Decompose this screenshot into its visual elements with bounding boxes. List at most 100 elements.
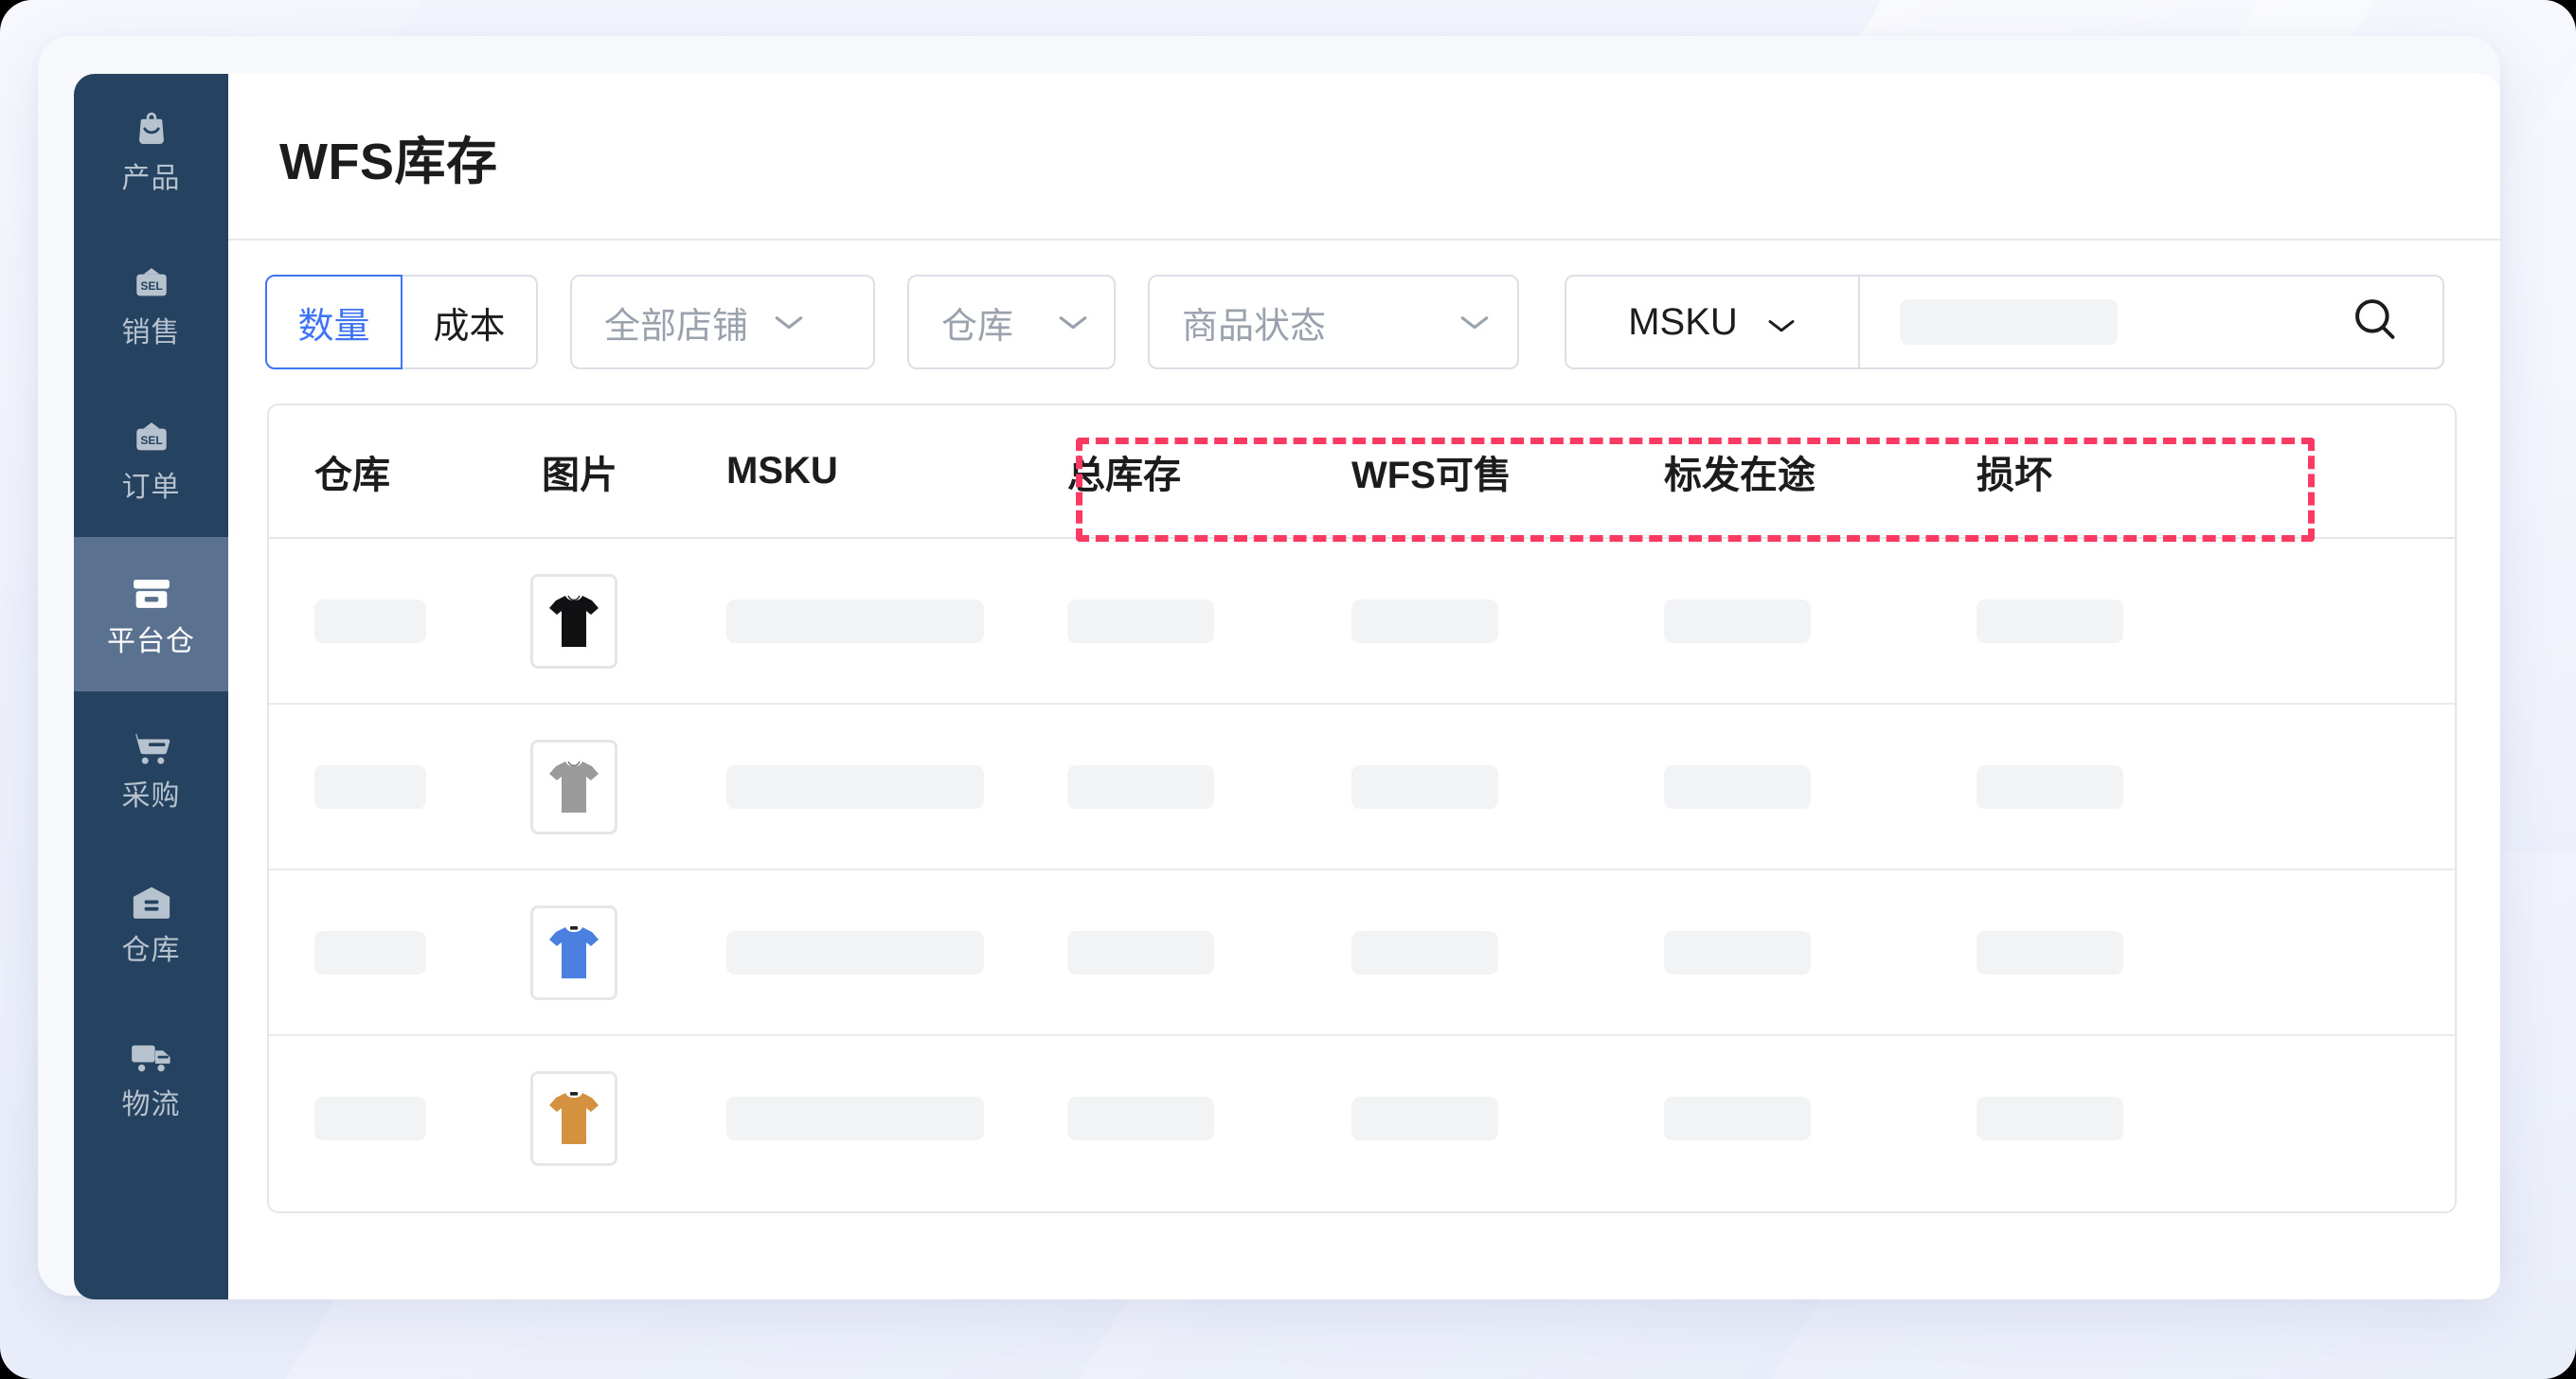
sidebar-item-warehouse[interactable]: 仓库 <box>74 846 228 1000</box>
loading-skeleton <box>1351 600 1498 643</box>
product-image-tshirt-blue[interactable] <box>530 905 617 1000</box>
chevron-down-icon <box>773 313 805 331</box>
sidebar-item-label: 仓库 <box>122 937 181 965</box>
column-header-wfs-sellable[interactable]: WFS可售 <box>1306 405 1619 538</box>
cell-damaged <box>1931 1035 2215 1201</box>
loading-skeleton <box>1351 931 1498 975</box>
loading-skeleton <box>1351 1097 1498 1140</box>
loading-skeleton <box>1977 931 2123 975</box>
cell-wfs-sellable <box>1306 1035 1619 1201</box>
chevron-down-icon <box>1766 301 1797 344</box>
loading-skeleton <box>726 765 984 809</box>
loading-skeleton <box>1664 765 1811 809</box>
sidebar-item-platform-warehouse[interactable]: 平台仓 <box>74 537 228 691</box>
search-input[interactable] <box>1860 277 2310 367</box>
column-header-inbound[interactable]: 标发在途 <box>1619 405 1931 538</box>
search-key-label: MSKU <box>1628 301 1738 344</box>
main-content: WFS库存 数量 成本 全部店铺 仓库 商品状态 <box>228 74 2500 1299</box>
product-image-tshirt-black[interactable] <box>530 574 617 669</box>
cell-total-stock <box>1022 704 1306 869</box>
product-status-filter-dropdown[interactable]: 商品状态 <box>1148 275 1519 369</box>
loading-skeleton <box>1067 1097 1214 1140</box>
sidebar-item-label: 产品 <box>122 165 181 193</box>
table-header-row: 仓库 图片 MSKU 总库存 WFS可售 标发在途 损坏 <box>269 405 2455 538</box>
cell-spacer <box>2215 704 2455 869</box>
table-row[interactable] <box>269 704 2455 869</box>
loading-skeleton <box>314 931 426 975</box>
cell-msku <box>681 1035 1022 1201</box>
search-key-dropdown[interactable]: MSKU <box>1566 277 1860 367</box>
column-header-spacer <box>2215 405 2455 538</box>
cell-damaged <box>1931 704 2215 869</box>
table-row[interactable] <box>269 1035 2455 1201</box>
sidebar-item-sales[interactable]: SEL 销售 <box>74 228 228 383</box>
sidebar-item-label: 销售 <box>122 319 181 348</box>
sidebar-item-purchase[interactable]: 采购 <box>74 691 228 846</box>
cell-spacer <box>2215 869 2455 1035</box>
loading-skeleton <box>314 1097 426 1140</box>
page-title: WFS库存 <box>279 119 497 194</box>
cell-msku <box>681 704 1022 869</box>
loading-skeleton <box>1664 600 1811 643</box>
truck-icon <box>129 1036 174 1078</box>
column-header-damaged[interactable]: 损坏 <box>1931 405 2215 538</box>
cell-total-stock <box>1022 869 1306 1035</box>
search-input-placeholder-skeleton <box>1900 299 2118 345</box>
loading-skeleton <box>1664 1097 1811 1140</box>
chevron-down-icon <box>1057 313 1089 331</box>
loading-skeleton <box>1351 765 1498 809</box>
table-row[interactable] <box>269 538 2455 704</box>
search-group: MSKU <box>1565 275 2444 369</box>
filter-toolbar: 数量 成本 全部店铺 仓库 商品状态 <box>228 241 2500 403</box>
loading-skeleton <box>314 600 426 643</box>
loading-skeleton <box>1067 765 1214 809</box>
loading-skeleton <box>1977 1097 2123 1140</box>
sidebar: 产品 SEL 销售 SEL 订单 <box>74 74 228 1299</box>
cell-image <box>496 704 681 869</box>
cell-warehouse <box>269 869 496 1035</box>
loading-skeleton <box>1977 600 2123 643</box>
warehouse-filter-label: 仓库 <box>941 296 1013 349</box>
cell-total-stock <box>1022 538 1306 704</box>
sidebar-item-logistics[interactable]: 物流 <box>74 1000 228 1155</box>
shopping-cart-icon <box>129 727 174 769</box>
product-image-tshirt-tan[interactable] <box>530 1071 617 1166</box>
cell-wfs-sellable <box>1306 704 1619 869</box>
cell-damaged <box>1931 869 2215 1035</box>
cell-image <box>496 1035 681 1201</box>
column-header-warehouse[interactable]: 仓库 <box>269 405 496 538</box>
table-row[interactable] <box>269 869 2455 1035</box>
cell-inbound <box>1619 538 1931 704</box>
cell-spacer <box>2215 538 2455 704</box>
inventory-table: 仓库 图片 MSKU 总库存 WFS可售 标发在途 损坏 <box>267 403 2457 1213</box>
sell-tag-icon: SEL <box>129 419 174 460</box>
sell-tag-icon: SEL <box>129 264 174 306</box>
cell-inbound <box>1619 869 1931 1035</box>
cell-image <box>496 538 681 704</box>
cell-warehouse <box>269 1035 496 1201</box>
shop-filter-dropdown[interactable]: 全部店铺 <box>570 275 875 369</box>
cell-spacer <box>2215 1035 2455 1201</box>
cell-msku <box>681 538 1022 704</box>
app-window: 产品 SEL 销售 SEL 订单 <box>0 0 2576 1379</box>
loading-skeleton <box>1067 931 1214 975</box>
loading-skeleton <box>1664 931 1811 975</box>
loading-skeleton <box>726 931 984 975</box>
loading-skeleton <box>726 1097 984 1140</box>
search-button[interactable] <box>2310 277 2442 367</box>
loading-skeleton <box>314 765 426 809</box>
sidebar-item-products[interactable]: 产品 <box>74 74 228 228</box>
product-image-tshirt-gray[interactable] <box>530 740 617 834</box>
search-icon <box>2351 295 2402 350</box>
cell-inbound <box>1619 704 1931 869</box>
column-header-msku[interactable]: MSKU <box>681 405 1022 538</box>
cell-image <box>496 869 681 1035</box>
tab-quantity[interactable]: 数量 <box>265 275 402 369</box>
cell-total-stock <box>1022 1035 1306 1201</box>
cell-warehouse <box>269 704 496 869</box>
column-header-image[interactable]: 图片 <box>496 405 681 538</box>
warehouse-filter-dropdown[interactable]: 仓库 <box>907 275 1116 369</box>
tab-cost[interactable]: 成本 <box>401 275 538 369</box>
column-header-total-stock[interactable]: 总库存 <box>1022 405 1306 538</box>
sidebar-item-orders[interactable]: SEL 订单 <box>74 383 228 537</box>
